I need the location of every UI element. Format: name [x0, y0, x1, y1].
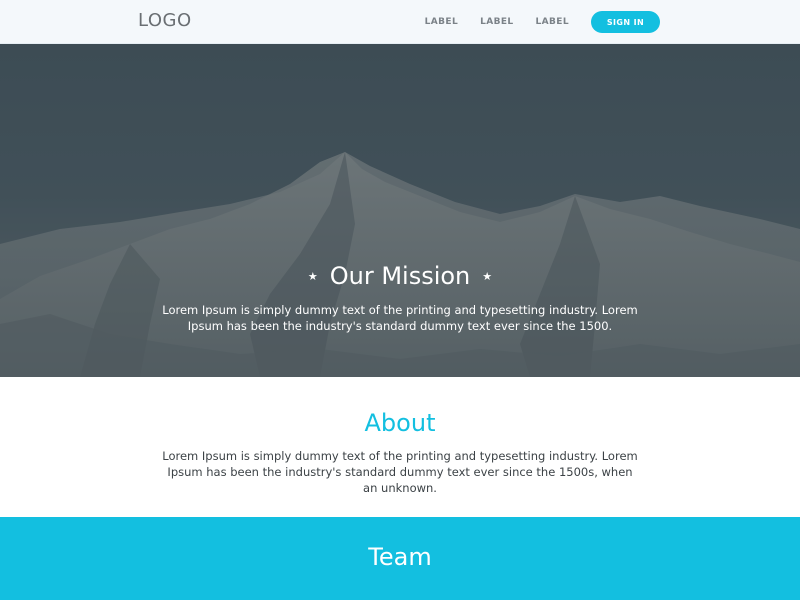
nav-link-2[interactable]: LABEL [480, 11, 513, 33]
hero-title-row: ★ Our Mission ★ [0, 262, 800, 290]
about-description: Lorem Ipsum is simply dummy text of the … [162, 449, 638, 495]
nav-link-3[interactable]: LABEL [536, 11, 569, 33]
sign-in-button[interactable]: SIGN IN [591, 11, 660, 33]
about-section: About Lorem Ipsum is simply dummy text o… [0, 377, 800, 517]
nav-link-1[interactable]: LABEL [425, 11, 458, 33]
site-header: LOGO LABEL LABEL LABEL SIGN IN [0, 0, 800, 44]
main-nav: LABEL LABEL LABEL SIGN IN [425, 11, 660, 33]
hero-title: Our Mission [329, 262, 471, 290]
star-icon: ★ [482, 269, 493, 283]
logo[interactable]: LOGO [138, 10, 192, 31]
hero-description: Lorem Ipsum is simply dummy text of the … [162, 303, 638, 333]
star-icon: ★ [307, 269, 318, 283]
hero-section: ★ Our Mission ★ Lorem Ipsum is simply du… [0, 44, 800, 377]
team-section: Team [0, 517, 800, 600]
about-title: About [364, 409, 436, 437]
team-title: Team [368, 543, 432, 571]
